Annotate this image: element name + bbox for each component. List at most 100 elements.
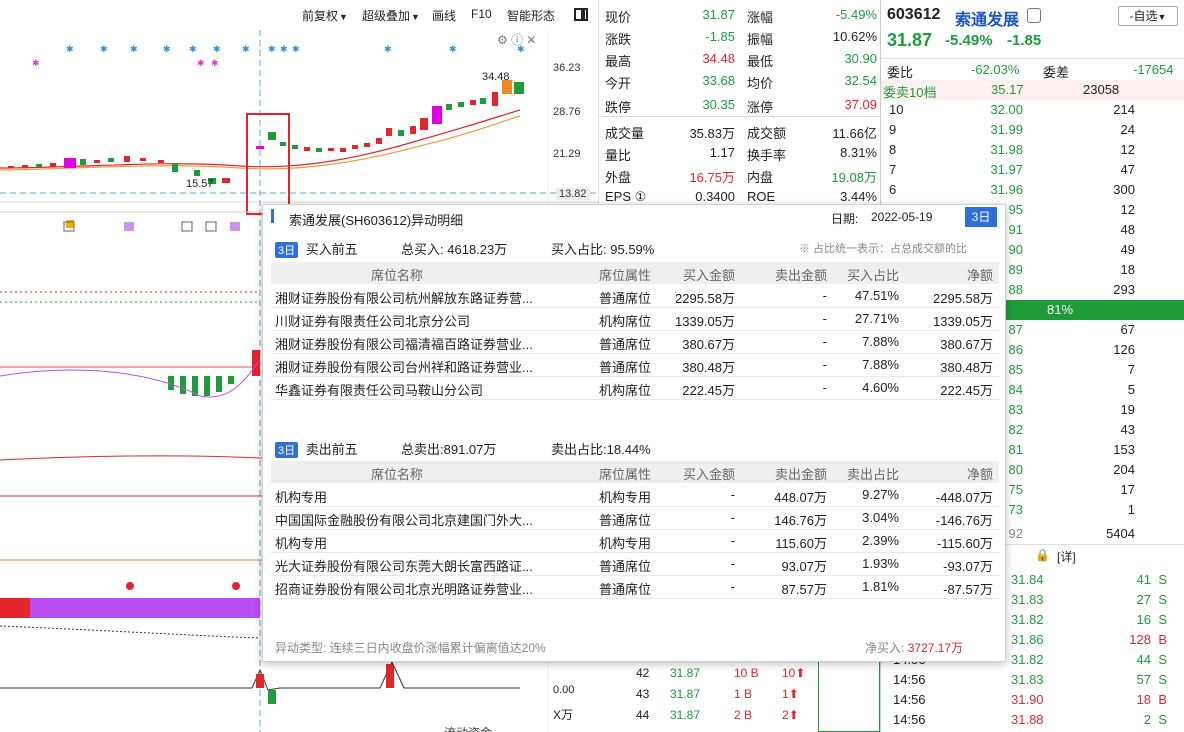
- toolbar-draw-button[interactable]: 画线: [432, 7, 456, 24]
- order-volume: 18: [1120, 262, 1135, 277]
- layout-toggle-icon[interactable]: [574, 8, 588, 21]
- sell-ratio: 卖出占比:18.44%: [551, 439, 651, 458]
- quote-label: 今开: [605, 76, 632, 91]
- table-row[interactable]: 湘财证券股份有限公司台州祥和路证券营业... 普通席位 380.48万 - 7.88% 3…: [271, 354, 999, 377]
- quote-label: 涨停: [747, 100, 774, 115]
- order-volume: 1: [1127, 502, 1135, 517]
- buy-title: 买入前五: [305, 242, 358, 257]
- quote-row: 最高 34.48 最低 30.90: [599, 48, 881, 70]
- table-row[interactable]: 中国国际金融股份有限公司北京建国门外大... 普通席位 -146.76万 3.04% -…: [271, 507, 999, 530]
- mid-tick-row: 43 31.87 1 B 1⬆: [600, 687, 820, 707]
- mid-tick-arrow: 10⬆: [782, 666, 805, 680]
- table-cell: 115.60万: [775, 536, 827, 551]
- chart-toolbar: 前复权▼ 超级叠加▼ 画线 F10 智能形态: [0, 0, 598, 30]
- quote-label: 跌停: [605, 100, 632, 115]
- table-cell: 机构席位: [599, 383, 652, 398]
- up-arrow-icon: ⬆: [788, 687, 799, 701]
- quote-value: 34.48: [702, 51, 735, 66]
- tick-price: 31.82: [1011, 612, 1044, 627]
- up-arrow-icon: ⬆: [788, 708, 799, 722]
- mid-tick-index: 44: [636, 708, 650, 722]
- quote-row: 外盘 16.75万 内盘 19.08万: [599, 164, 881, 186]
- table-row[interactable]: 招商证券股份有限公司北京光明路证券营业... 普通席位 -87.57万 1.81% -8…: [271, 576, 999, 599]
- table-cell: 川财证券有限责任公司北京分公司: [275, 314, 471, 329]
- table-row[interactable]: 川财证券有限责任公司北京分公司 机构席位 1339.05万 - 27.71% 1339.0…: [271, 308, 999, 331]
- svg-text:✱: ✱: [189, 44, 197, 54]
- tick-side: S: [1158, 592, 1167, 607]
- period-button[interactable]: 3日: [965, 207, 997, 227]
- tick-side: S: [1158, 612, 1167, 627]
- order-volume: 126: [1113, 342, 1135, 357]
- table-row[interactable]: 光大证券股份有限公司东莞大朗长富西路证... 普通席位 -93.07万 1.93% -9…: [271, 553, 999, 576]
- price-tick: 13.82: [556, 188, 590, 200]
- sell-section-header: 3日 卖出前五: [275, 439, 358, 458]
- table-cell: 招商证券股份有限公司北京光明路证券营业...: [275, 582, 533, 597]
- tick-row: 14:56 31.90 18 B: [881, 690, 1184, 710]
- quote-panel: 现价 31.87 涨幅 -5.49% 涨跌 -1.85 振幅 10.62% 最高 34.48 最低 3…: [598, 0, 881, 210]
- sell-total: 总卖出:891.07万: [401, 439, 496, 458]
- svg-text:✱: ✱: [384, 44, 392, 54]
- toolbar-pattern-button[interactable]: 智能形态: [507, 7, 555, 24]
- order-price: 95: [1008, 202, 1023, 217]
- table-cell: 9.27%: [862, 487, 899, 502]
- date-value: 2022-05-19: [871, 210, 933, 224]
- bell-icon[interactable]: [1027, 8, 1041, 23]
- table-row[interactable]: 机构专用 机构专用 -448.07万 9.27% -448.07万: [271, 484, 999, 507]
- column-header: 卖出占比: [846, 467, 899, 482]
- net-buy-label: 净买入:: [865, 641, 905, 655]
- lock-icon[interactable]: 🔒: [1035, 548, 1050, 562]
- svg-text:✱: ✱: [66, 44, 74, 54]
- toolbar-adjust-menu[interactable]: 前复权▼: [302, 7, 348, 24]
- toolbar-label: 超级叠加: [362, 9, 411, 23]
- table-row[interactable]: 机构专用 机构专用 -115.60万 2.39% -115.60万: [271, 530, 999, 553]
- tick-side: B: [1158, 632, 1167, 647]
- table-cell: 7.88%: [862, 334, 899, 349]
- tick-side: S: [1158, 572, 1167, 587]
- watchlist-button[interactable]: -自选▼: [1118, 6, 1178, 26]
- toolbar-overlay-menu[interactable]: 超级叠加▼: [362, 7, 420, 24]
- tick-price: 31.86: [1011, 632, 1044, 647]
- order-price: 87: [1008, 322, 1023, 337]
- svg-text:✱: ✱: [32, 58, 40, 68]
- order-book-row: 8 31.98 12: [881, 140, 1184, 160]
- table-cell: 机构专用: [275, 490, 328, 505]
- buy-total-value: 4618.23万: [447, 242, 508, 257]
- quote-row: 现价 31.87 涨幅 -5.49%: [599, 4, 881, 26]
- tick-volume: 16: [1136, 612, 1151, 627]
- table-cell: 380.48万: [682, 360, 735, 375]
- table-cell: 222.45万: [682, 383, 735, 398]
- quote-row: 今开 33.68 均价 32.54: [599, 70, 881, 92]
- sell-ratio-value: 18.44%: [606, 442, 651, 457]
- tick-volume: 2: [1143, 712, 1151, 727]
- table-cell: 93.07万: [781, 559, 827, 574]
- table-cell: 普通席位: [599, 513, 652, 528]
- tick-price: 31.83: [1011, 672, 1044, 687]
- tick-side: B: [1158, 692, 1167, 707]
- sell10-label: 委卖10档: [883, 85, 937, 100]
- table-cell: -146.76万: [935, 513, 993, 528]
- order-volume: 5: [1127, 382, 1135, 397]
- order-volume: 214: [1113, 102, 1135, 117]
- sell10-price: 35.17: [991, 82, 1024, 97]
- tick-row: 14:56 31.83 57 S: [881, 670, 1184, 690]
- table-row[interactable]: 华鑫证券有限责任公司马鞍山分公司 机构席位 222.45万 - 4.60% 222.45万: [271, 377, 999, 400]
- tick-price: 31.88: [1011, 712, 1044, 727]
- column-header: 买入金额: [682, 268, 735, 283]
- table-row[interactable]: 湘财证券股份有限公司福清福百路证券营业... 普通席位 380.67万 - 7.88% 3…: [271, 331, 999, 354]
- order-price: 90: [1008, 242, 1023, 257]
- table-cell: 146.76万: [774, 513, 827, 528]
- tick-detail-link[interactable]: [详]: [1057, 548, 1076, 565]
- quote-label: 最高: [605, 54, 632, 69]
- order-price: 73: [1008, 502, 1023, 517]
- sell-total-value: 891.07万: [443, 442, 497, 457]
- table-cell: -: [822, 311, 827, 326]
- quote-label: 成交额: [747, 126, 787, 141]
- toolbar-f10-button[interactable]: F10: [471, 7, 492, 21]
- tick-price: 31.82: [1011, 652, 1044, 667]
- up-arrow-icon: ⬆: [795, 666, 806, 680]
- quote-label: 内盘: [747, 170, 774, 185]
- table-row[interactable]: 湘财证券股份有限公司杭州解放东路证券营... 普通席位 2295.58万 - 47.51…: [271, 285, 999, 308]
- mid-tick-volume: 2 B: [734, 708, 753, 722]
- quote-label: 均价: [747, 76, 774, 91]
- toolbar-label: 前复权: [302, 9, 339, 23]
